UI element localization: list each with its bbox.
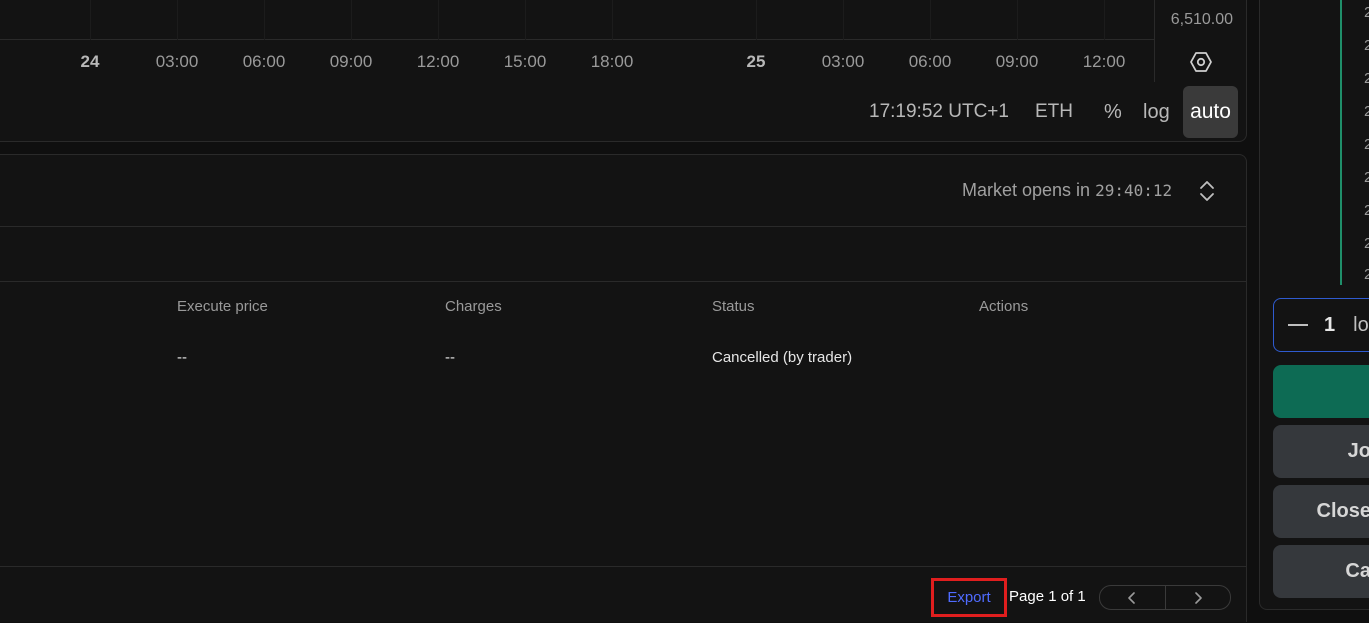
depth-value: 2 bbox=[1364, 235, 1369, 252]
time-tick: 18:00 bbox=[590, 52, 634, 71]
export-button[interactable]: Export bbox=[931, 578, 1007, 617]
clock-timezone-button[interactable]: 17:19:52 UTC+1 bbox=[869, 101, 1009, 123]
market-status: Market opens in 29:40:12 bbox=[962, 180, 1172, 201]
quantity-stepper[interactable]: 1 lot bbox=[1273, 298, 1369, 352]
grid-line bbox=[756, 0, 757, 40]
log-scale-button[interactable]: log bbox=[1143, 101, 1170, 124]
expand-panel-button[interactable] bbox=[1196, 179, 1218, 203]
depth-line bbox=[1340, 0, 1342, 285]
grid-line bbox=[843, 0, 844, 40]
time-tick: 03:00 bbox=[155, 52, 199, 71]
grid-line bbox=[1017, 0, 1018, 40]
grid-line bbox=[525, 0, 526, 40]
market-status-label: Market opens in bbox=[962, 180, 1091, 200]
grid-line bbox=[90, 0, 91, 40]
chevron-left-icon bbox=[1128, 591, 1136, 604]
grid-line bbox=[264, 0, 265, 40]
chart-plot-area[interactable] bbox=[0, 0, 1154, 40]
time-tick: 06:00 bbox=[242, 52, 286, 71]
session-button[interactable]: ETH bbox=[1035, 101, 1073, 123]
depth-value: 2 bbox=[1364, 169, 1369, 186]
column-header-status: Status bbox=[712, 298, 755, 315]
grid-line bbox=[612, 0, 613, 40]
join-button[interactable]: Jo bbox=[1273, 425, 1369, 478]
time-tick: 12:00 bbox=[416, 52, 460, 71]
chart-settings-button[interactable] bbox=[1188, 50, 1214, 74]
next-page-button[interactable] bbox=[1164, 586, 1231, 609]
close-button[interactable]: Close bbox=[1273, 485, 1369, 538]
prev-page-button[interactable] bbox=[1100, 586, 1165, 609]
minus-icon[interactable] bbox=[1288, 324, 1308, 326]
orders-tabs-row bbox=[0, 227, 1246, 282]
time-tick: 06:00 bbox=[908, 52, 952, 71]
time-tick: 15:00 bbox=[503, 52, 547, 71]
market-status-bar: Market opens in 29:40:12 bbox=[0, 155, 1246, 227]
column-header-charges: Charges bbox=[445, 298, 502, 315]
chart-pane: 24 03:00 06:00 09:00 12:00 15:00 18:00 2… bbox=[0, 0, 1247, 142]
column-header-execute-price: Execute price bbox=[177, 298, 268, 315]
quantity-unit: lot bbox=[1353, 313, 1369, 336]
depth-value: 2 bbox=[1364, 202, 1369, 219]
grid-line bbox=[438, 0, 439, 40]
grid-line bbox=[177, 0, 178, 40]
depth-value: 2 bbox=[1364, 266, 1369, 283]
depth-value: 2 bbox=[1364, 136, 1369, 153]
chevron-up-down-icon bbox=[1200, 181, 1214, 201]
time-tick: 12:00 bbox=[1082, 52, 1126, 71]
depth-value: 2 bbox=[1364, 4, 1369, 21]
price-label: 6,510.00 bbox=[1170, 11, 1233, 28]
page-indicator: Page 1 of 1 bbox=[1009, 588, 1086, 605]
time-tick: 09:00 bbox=[995, 52, 1039, 71]
depth-value: 2 bbox=[1364, 37, 1369, 54]
cell-status: Cancelled (by trader) bbox=[712, 349, 853, 366]
time-tick: 25 bbox=[746, 52, 766, 71]
column-header-actions: Actions bbox=[979, 298, 1029, 315]
cell-execute-price: -- bbox=[177, 349, 187, 366]
depth-value: 2 bbox=[1364, 103, 1369, 120]
market-countdown: 29:40:12 bbox=[1095, 181, 1173, 200]
depth-value: 2 bbox=[1364, 70, 1369, 87]
percent-scale-button[interactable]: % bbox=[1104, 101, 1122, 124]
time-tick: 24 bbox=[80, 52, 100, 71]
pagination bbox=[1099, 585, 1231, 610]
time-axis[interactable]: 24 03:00 06:00 09:00 12:00 15:00 18:00 2… bbox=[0, 40, 1154, 82]
orders-footer: Export Page 1 of 1 bbox=[0, 566, 1246, 623]
auto-scale-button[interactable]: auto bbox=[1183, 86, 1238, 138]
gear-icon bbox=[1190, 52, 1212, 72]
chevron-right-icon bbox=[1194, 591, 1202, 604]
order-entry-panel: 2 2 2 2 2 2 2 2 2 1 lot Jo Close Ca bbox=[1259, 0, 1369, 610]
chart-footer: 17:19:52 UTC+1 ETH % log auto bbox=[0, 82, 1247, 142]
orders-pane: Market opens in 29:40:12 Execute price C… bbox=[0, 154, 1247, 622]
primary-order-button[interactable] bbox=[1273, 365, 1369, 418]
quantity-value[interactable]: 1 bbox=[1324, 314, 1335, 337]
grid-line bbox=[1104, 0, 1105, 40]
grid-line bbox=[351, 0, 352, 40]
grid-line bbox=[930, 0, 931, 40]
time-tick: 03:00 bbox=[821, 52, 865, 71]
cell-charges: -- bbox=[445, 349, 455, 366]
time-tick: 09:00 bbox=[329, 52, 373, 71]
cancel-button[interactable]: Ca bbox=[1273, 545, 1369, 598]
